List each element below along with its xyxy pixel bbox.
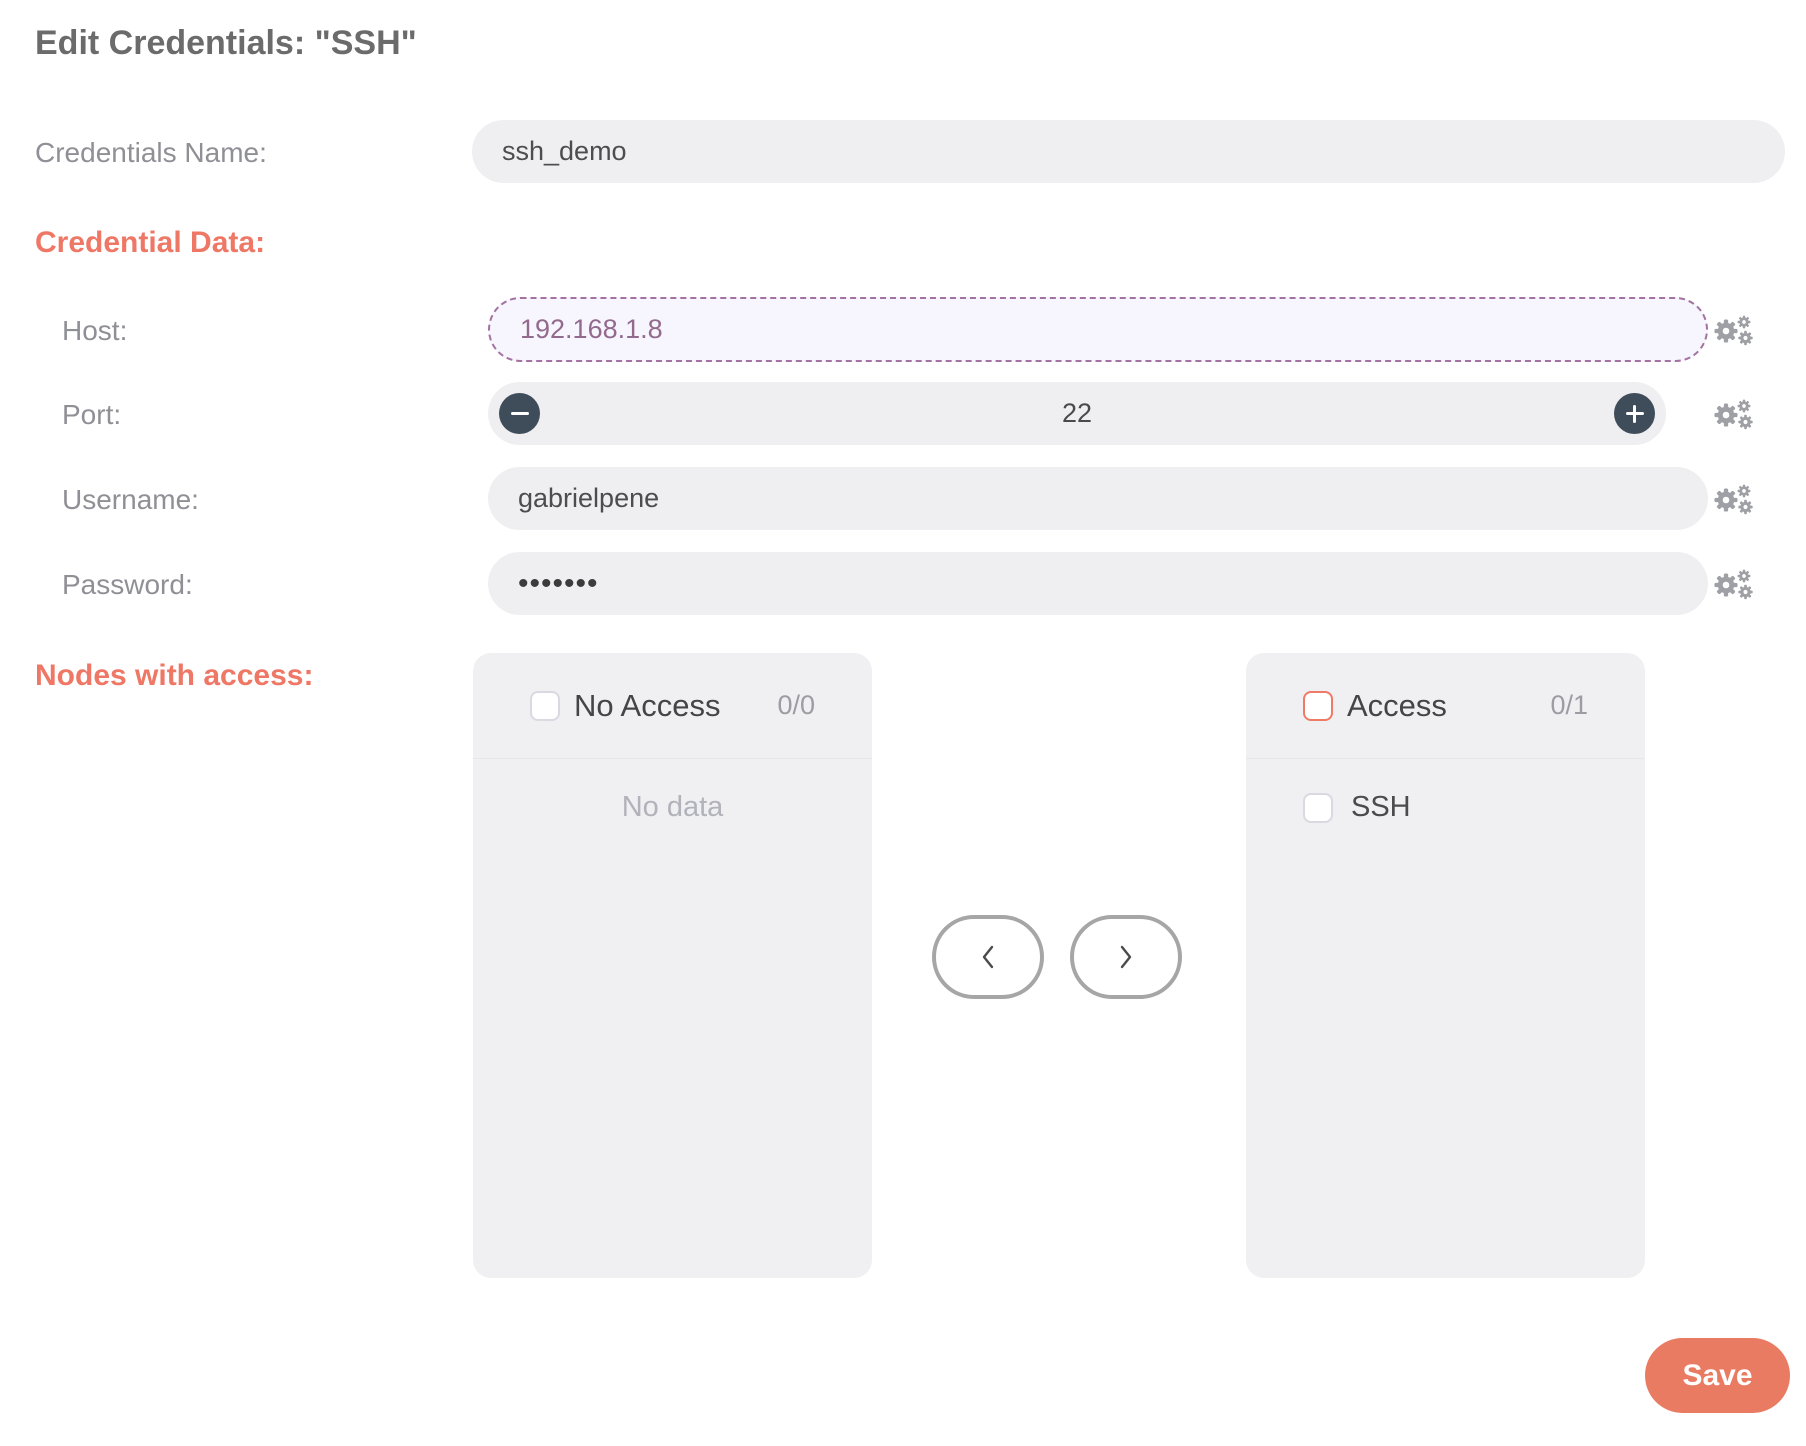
credentials-name-label: Credentials Name: (35, 137, 267, 168)
access-panel-header: Access 0/1 (1246, 653, 1645, 758)
port-settings-gears-icon[interactable] (1714, 398, 1754, 430)
password-value: ••••••• (518, 566, 599, 600)
port-increment-button[interactable] (1614, 393, 1655, 434)
username-value: gabrielpene (518, 483, 660, 513)
host-label: Host: (62, 315, 128, 346)
username-label: Username: (62, 484, 199, 515)
ssh-item-checkbox[interactable] (1303, 792, 1333, 823)
no-access-select-all-checkbox[interactable] (530, 690, 560, 721)
no-access-panel: No Access 0/0 No data (473, 653, 872, 1278)
port-value: 22 (1061, 398, 1093, 428)
password-settings-gears-icon[interactable] (1714, 568, 1754, 600)
access-panel: Access 0/1 SSH (1246, 653, 1645, 1278)
page-title: Edit Credentials: "SSH" (35, 24, 417, 62)
nodes-with-access-heading: Nodes with access: (35, 659, 314, 692)
port-input[interactable]: 22 (488, 382, 1666, 445)
credentials-name-value: ssh_demo (502, 136, 627, 166)
username-settings-gears-icon[interactable] (1714, 483, 1754, 515)
ssh-item-label: SSH (1351, 791, 1411, 823)
username-input[interactable]: gabrielpene (488, 467, 1708, 530)
chevron-right-icon (1120, 945, 1132, 969)
no-access-panel-count: 0/0 (777, 690, 815, 720)
host-value: 192.168.1.8 (520, 314, 663, 344)
password-input[interactable]: ••••••• (488, 552, 1708, 615)
credential-data-heading: Credential Data: (35, 226, 266, 259)
no-access-panel-title: No Access (574, 687, 721, 723)
no-access-empty-text: No data (621, 791, 724, 823)
credentials-name-input[interactable]: ssh_demo (472, 120, 1785, 183)
host-settings-gears-icon[interactable] (1714, 314, 1754, 346)
access-panel-item-ssh[interactable]: SSH (1246, 791, 1645, 824)
access-panel-title: Access (1347, 687, 1447, 723)
no-access-panel-header: No Access 0/0 (473, 653, 872, 758)
move-to-no-access-button[interactable] (932, 915, 1044, 999)
host-input[interactable]: 192.168.1.8 (488, 297, 1708, 362)
password-label: Password: (62, 569, 193, 600)
move-to-access-button[interactable] (1070, 915, 1182, 999)
access-panel-count: 0/1 (1550, 690, 1588, 720)
port-label: Port: (62, 399, 122, 430)
access-select-all-checkbox[interactable] (1303, 690, 1333, 721)
save-button[interactable]: Save (1645, 1338, 1790, 1413)
chevron-left-icon (982, 945, 994, 969)
